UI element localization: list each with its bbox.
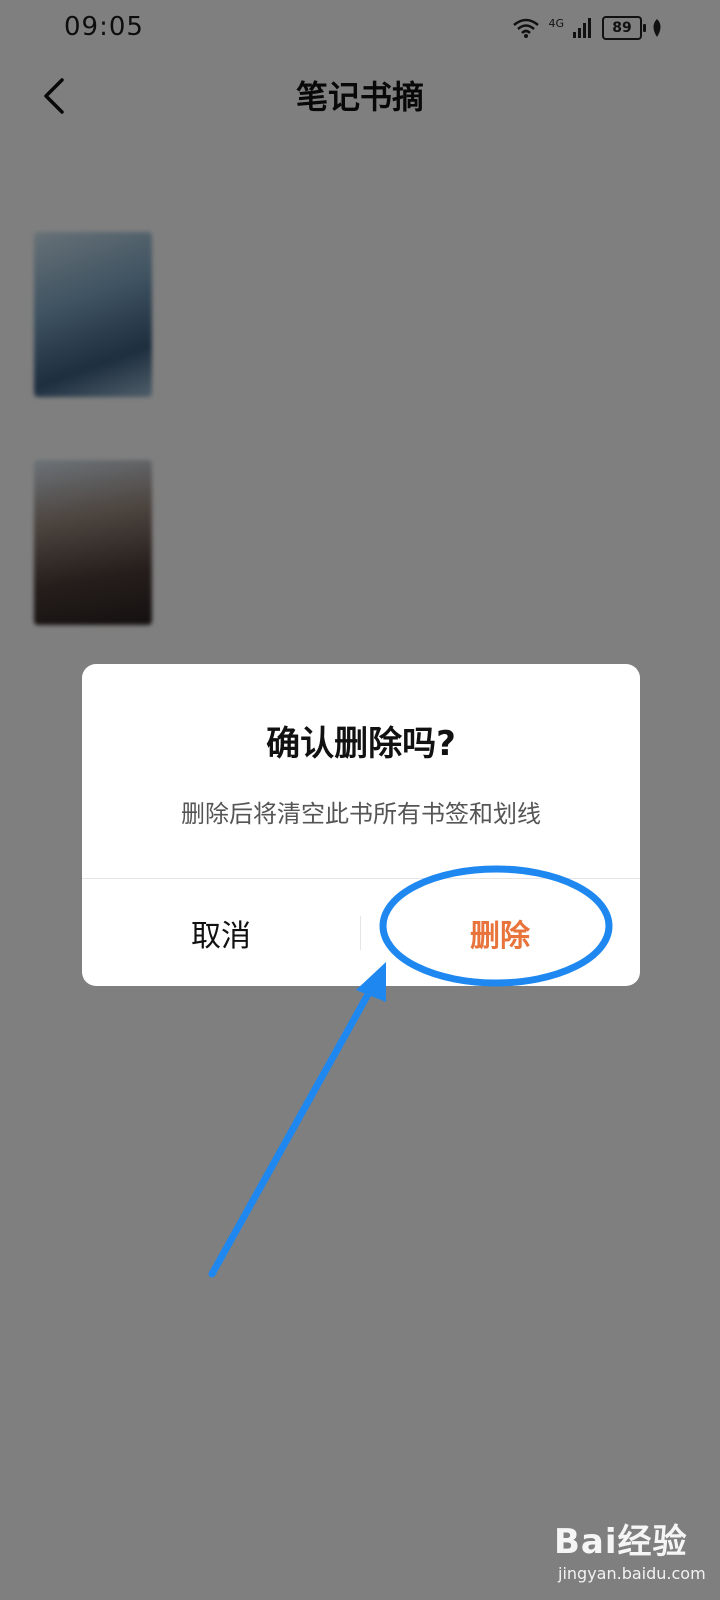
baidu-jingyan-watermark: Bai经验 jingyan.baidu.com <box>554 1500 714 1590</box>
confirm-delete-dialog: 确认删除吗? 删除后将清空此书所有书签和划线 取消 删除 <box>82 664 640 986</box>
watermark-brand: Bai经验 <box>554 1522 688 1562</box>
dialog-title: 确认删除吗? <box>266 724 456 764</box>
dialog-message: 删除后将清空此书所有书签和划线 <box>181 800 541 828</box>
cancel-button[interactable]: 取消 <box>82 879 360 986</box>
watermark-site: jingyan.baidu.com <box>558 1564 706 1583</box>
delete-button[interactable]: 删除 <box>361 879 639 986</box>
